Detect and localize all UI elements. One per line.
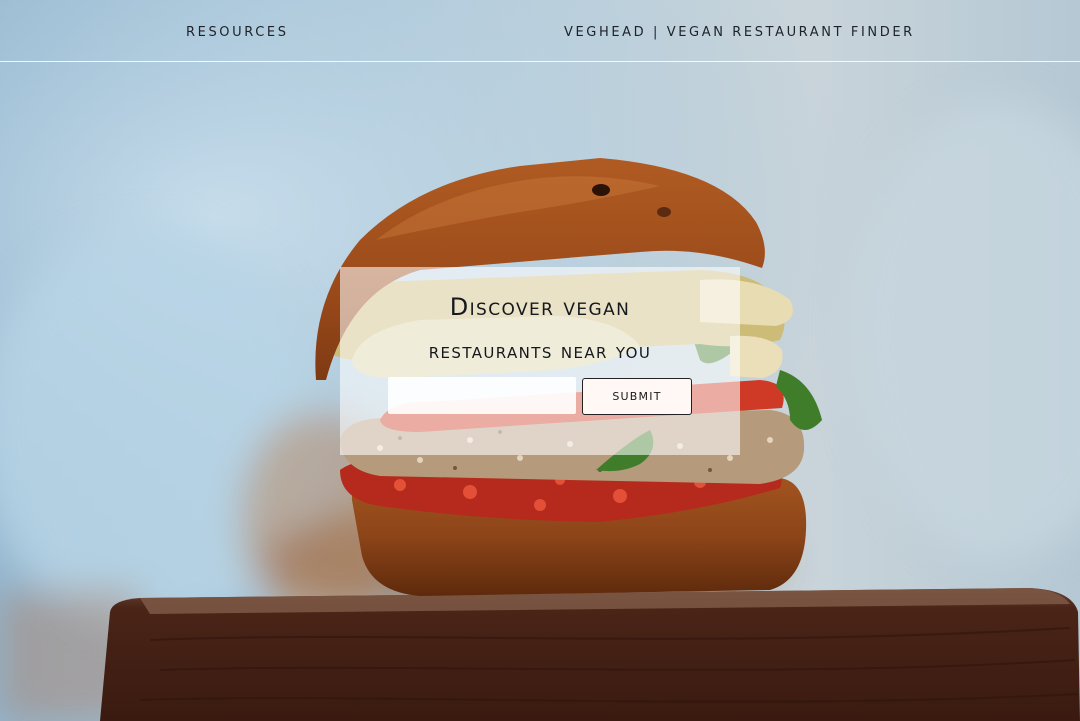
location-search-input[interactable]	[388, 377, 576, 414]
restaurant-search-panel: Discover vegan restaurants near you SUBM…	[340, 267, 740, 455]
site-title-link[interactable]: VEGHEAD | VEGAN RESTAURANT FINDER	[564, 25, 915, 40]
submit-button[interactable]: SUBMIT	[582, 378, 692, 415]
page: RESOURCES VEGHEAD | VEGAN RESTAURANT FIN…	[0, 0, 1080, 721]
hero-heading-line-1: Discover vegan	[449, 293, 631, 321]
hero-heading-line-2: restaurants near you	[428, 339, 652, 363]
nav-link-resources[interactable]: RESOURCES	[186, 25, 289, 40]
top-navigation-bar: RESOURCES VEGHEAD | VEGAN RESTAURANT FIN…	[0, 0, 1080, 62]
